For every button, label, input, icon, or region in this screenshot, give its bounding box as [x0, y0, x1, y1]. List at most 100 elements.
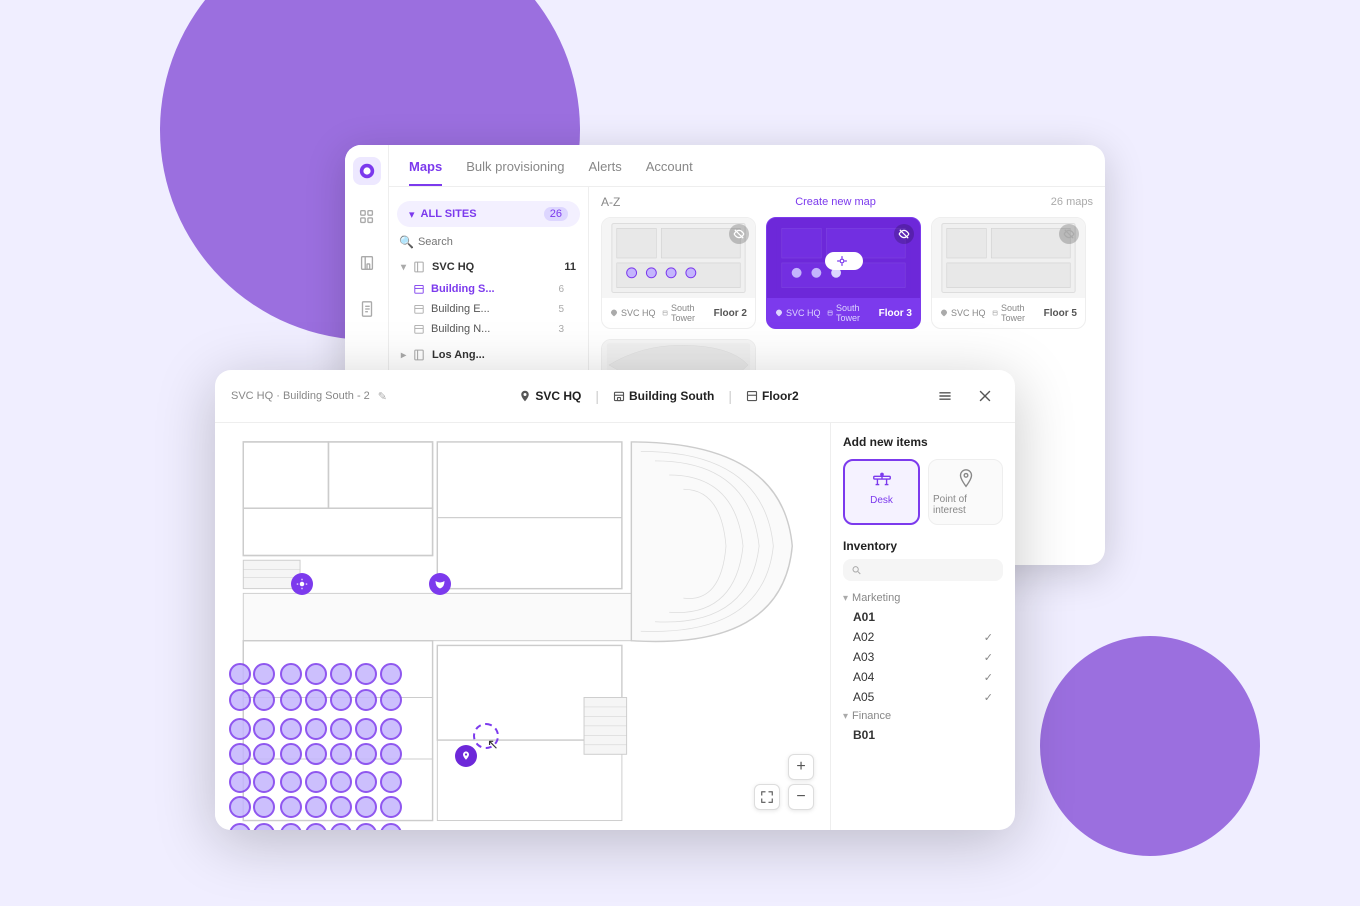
- inventory-search-input[interactable]: [868, 564, 995, 576]
- site-item-building-s[interactable]: Building S... 6: [389, 279, 588, 299]
- inventory-group-marketing-header[interactable]: ▾ Marketing: [843, 589, 1003, 607]
- floor-marker-2: [429, 573, 451, 595]
- inventory-item-a05-label: A05: [853, 690, 984, 704]
- tab-account[interactable]: Account: [646, 159, 693, 186]
- inventory-item-a04-check: ✓: [984, 671, 993, 684]
- list-view-button[interactable]: [931, 382, 959, 410]
- location-divider-1: |: [595, 388, 599, 404]
- map-card-floor3-image: [767, 218, 920, 298]
- add-items-title: Add new items: [843, 435, 1003, 449]
- sidebar-icon-layers[interactable]: [353, 203, 381, 231]
- site-item-building-n[interactable]: Building N... 3: [389, 319, 588, 339]
- desk-circle-15: [229, 718, 251, 740]
- site-group-svchq-name: SVC HQ: [432, 261, 474, 273]
- add-desk-button[interactable]: Desk: [843, 459, 920, 525]
- desk-circle-37: [253, 796, 275, 818]
- tab-maps[interactable]: Maps: [409, 159, 442, 186]
- site-group-svchq: ▾ SVC HQ 11 Building S... 6 Building E..…: [389, 253, 588, 341]
- inventory-list: ▾ Marketing A01 A02 ✓ A03 ✓ A04 ✓: [843, 589, 1003, 818]
- site-item-building-s-label: Building S...: [431, 283, 495, 295]
- desk-circle-4: [305, 663, 327, 685]
- inventory-item-a01-label: A01: [853, 610, 993, 624]
- site-item-building-e[interactable]: Building E... 5: [389, 299, 588, 319]
- desk-circle-14: [380, 689, 402, 711]
- site-group-svchq-header[interactable]: ▾ SVC HQ 11: [389, 255, 588, 279]
- all-sites-row[interactable]: ▾ ALL SITES 26: [397, 201, 580, 227]
- sidebar-icon-logo[interactable]: [353, 157, 381, 185]
- tab-bulk-provisioning[interactable]: Bulk provisioning: [466, 159, 564, 186]
- inventory-item-b01[interactable]: B01: [843, 725, 1003, 745]
- desk-circle-1: [229, 663, 251, 685]
- zoom-in-button[interactable]: +: [788, 754, 814, 780]
- desk-circle-11: [305, 689, 327, 711]
- desk-circle-2: [253, 663, 275, 685]
- desk-circle-26: [330, 743, 352, 765]
- tab-alerts[interactable]: Alerts: [589, 159, 622, 186]
- site-group-svchq-count: 11: [564, 261, 576, 273]
- add-poi-button[interactable]: Point of interest: [928, 459, 1003, 525]
- map-card-floor2[interactable]: SVC HQ South Tower Floor 2: [601, 217, 756, 329]
- sidebar-icon-building[interactable]: [353, 249, 381, 277]
- map-canvas[interactable]: ↖ + −: [215, 423, 830, 830]
- map-floor5-building-label: South Tower: [1001, 303, 1040, 323]
- site-item-building-e-label: Building E...: [431, 303, 490, 315]
- inventory-title: Inventory: [843, 539, 1003, 553]
- desk-circle-12: [330, 689, 352, 711]
- breadcrumb-text: SVC HQ · Building South - 2: [231, 390, 370, 402]
- desk-circle-18: [305, 718, 327, 740]
- background-circle-bottom: [1040, 636, 1260, 856]
- map-floor3-site: SVC HQ: [775, 308, 823, 318]
- location-building: Building South: [613, 389, 714, 403]
- desk-circle-20: [355, 718, 377, 740]
- desk-circle-27: [355, 743, 377, 765]
- sidebar-icon-document[interactable]: [353, 295, 381, 323]
- manage-button[interactable]: [825, 252, 863, 270]
- desk-circle-33: [330, 771, 352, 793]
- map-floor2-site-label: SVC HQ: [621, 308, 656, 318]
- edit-breadcrumb-icon[interactable]: ✎: [378, 390, 387, 403]
- desk-circle-5: [330, 663, 352, 685]
- desk-circle-19: [330, 718, 352, 740]
- inventory-item-a02[interactable]: A02 ✓: [843, 627, 1003, 647]
- desk-circle-24: [280, 743, 302, 765]
- map-card-floor3[interactable]: SVC HQ South Tower Floor 3: [766, 217, 921, 329]
- desk-circle-39: [305, 796, 327, 818]
- map-card-floor5[interactable]: SVC HQ South Tower Floor 5: [931, 217, 1086, 329]
- inventory-item-a04[interactable]: A04 ✓: [843, 667, 1003, 687]
- map-floor5-building: South Tower: [992, 303, 1040, 323]
- editor-body: ↖ + − Add new items: [215, 423, 1015, 830]
- location-floor-label: Floor2: [762, 389, 799, 403]
- map-floor2-building-label: South Tower: [671, 303, 710, 323]
- desk-circle-17: [280, 718, 302, 740]
- desk-circle-25: [305, 743, 327, 765]
- site-item-building-n-count: 3: [558, 324, 564, 335]
- nav-bar: Maps Bulk provisioning Alerts Account: [389, 145, 1105, 187]
- create-new-map-link[interactable]: Create new map: [795, 196, 876, 208]
- maps-count: 26 maps: [1051, 196, 1093, 208]
- map-editor: SVC HQ · Building South - 2 ✎ SVC HQ | B…: [215, 370, 1015, 830]
- inventory-item-a01[interactable]: A01: [843, 607, 1003, 627]
- close-editor-button[interactable]: [971, 382, 999, 410]
- location-building-label: Building South: [629, 389, 714, 403]
- map-card-floor5-footer: SVC HQ South Tower Floor 5: [932, 298, 1085, 328]
- floor-marker-place: [455, 745, 477, 767]
- map-floor3-site-label: SVC HQ: [786, 308, 821, 318]
- inventory-group-finance-header[interactable]: ▾ Finance: [843, 707, 1003, 725]
- search-row: 🔍: [389, 231, 588, 253]
- desk-circle-29: [229, 771, 251, 793]
- expand-button[interactable]: [754, 784, 780, 810]
- all-sites-count: 26: [544, 207, 568, 221]
- eye-off-icon-floor5: [1059, 224, 1079, 244]
- site-search-input[interactable]: [418, 236, 578, 248]
- site-item-building-n-label: Building N...: [431, 323, 490, 335]
- eye-off-icon-floor3: [894, 224, 914, 244]
- location-site: SVC HQ: [519, 389, 581, 403]
- inventory-search-icon: [851, 564, 862, 576]
- az-label: A-Z: [601, 195, 620, 209]
- inventory-item-a03[interactable]: A03 ✓: [843, 647, 1003, 667]
- site-group-losang-name: Los Ang...: [432, 349, 485, 361]
- maps-grid: SVC HQ South Tower Floor 2: [601, 217, 1093, 329]
- inventory-item-a05[interactable]: A05 ✓: [843, 687, 1003, 707]
- zoom-out-button[interactable]: −: [788, 784, 814, 810]
- site-group-losang-header[interactable]: ▸ Los Ang...: [389, 343, 588, 367]
